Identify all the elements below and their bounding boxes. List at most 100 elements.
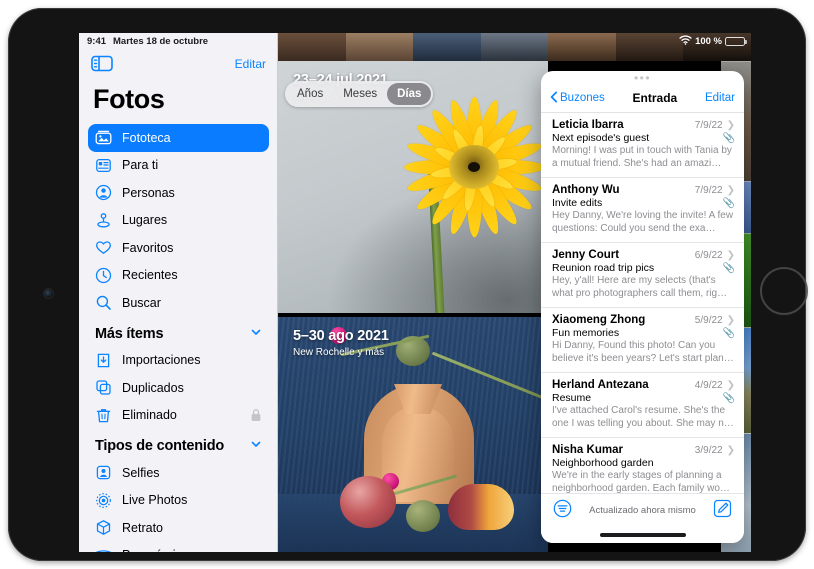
battery-icon	[725, 37, 745, 47]
sidebar-item-label: Recientes	[122, 268, 262, 282]
sidebar-edit-button[interactable]: Editar	[235, 57, 266, 71]
mail-subject: Neighborhood garden	[552, 457, 735, 469]
segment-anos[interactable]: Años	[287, 83, 333, 105]
mail-subject: Reunion road trip pics	[552, 262, 723, 274]
segment-dias[interactable]: Días	[387, 83, 431, 105]
sidebar-toggle-icon[interactable]	[91, 55, 113, 72]
chevron-down-icon[interactable]	[250, 326, 262, 342]
screen: 23–24 jul 2021 Topanga y más	[79, 33, 751, 552]
mail-sender: Nisha Kumar	[552, 444, 695, 456]
sidebar-item-fototeca[interactable]: Fototeca	[88, 124, 269, 152]
mail-sender: Xiaomeng Zhong	[552, 314, 695, 326]
flower-head	[414, 107, 534, 227]
attachment-icon: 📎	[723, 328, 735, 339]
mail-subject: Next episode's guest	[552, 132, 723, 144]
chevron-down-icon[interactable]	[250, 438, 262, 454]
trash-icon	[95, 407, 112, 424]
sidebar-primary-list: Fototeca Para ti	[79, 124, 278, 317]
mail-list-item[interactable]: Anthony Wu 7/9/22 ❯ Invite edits 📎 Hey D…	[541, 178, 744, 243]
mail-list-item[interactable]: Nisha Kumar 3/9/22 ❯ Neighborhood garden…	[541, 438, 744, 493]
mail-preview: We're in the early stages of planning a …	[552, 470, 735, 493]
sidebar-item-selfies[interactable]: Selfies	[88, 459, 269, 487]
filter-icon[interactable]	[553, 499, 572, 523]
sidebar-item-duplicados[interactable]: Duplicados	[88, 374, 269, 402]
chevron-right-icon[interactable]: ❯	[727, 250, 735, 261]
sidebar-mas-items-list: Importaciones Duplicados	[79, 347, 278, 430]
chevron-right-icon[interactable]: ❯	[727, 315, 735, 326]
chevron-right-icon[interactable]: ❯	[727, 185, 735, 196]
mail-sender: Leticia Ibarra	[552, 119, 695, 131]
mail-slide-over-panel[interactable]: ••• Buzones Entrada Editar Leticia Ibarr…	[541, 71, 744, 543]
timeline-segmented-control[interactable]: Años Meses Días Todas las fotos	[285, 81, 433, 107]
sidebar-item-panoramicas[interactable]: Panorámicas	[88, 542, 269, 553]
pomegranate	[340, 476, 396, 528]
mail-update-status: Actualizado ahora mismo	[589, 505, 696, 516]
sidebar-item-label: Favoritos	[122, 241, 262, 255]
sidebar-item-label: Retrato	[122, 521, 262, 535]
chevron-right-icon[interactable]: ❯	[727, 120, 735, 131]
mail-list-item[interactable]: Leticia Ibarra 7/9/22 ❯ Next episode's g…	[541, 113, 744, 178]
sidebar-item-para-ti[interactable]: Para ti	[88, 152, 269, 180]
sidebar-item-live-photos[interactable]: Live Photos	[88, 487, 269, 515]
portrait-cube-icon	[95, 519, 112, 536]
flower-center-dot	[468, 162, 480, 172]
sidebar-item-label: Lugares	[122, 213, 262, 227]
chevron-right-icon[interactable]: ❯	[727, 445, 735, 456]
home-indicator[interactable]	[541, 527, 744, 543]
mail-date: 3/9/22	[695, 445, 723, 456]
mail-subject: Resume	[552, 392, 723, 404]
status-bar: 9:41 Martes 18 de octubre 100 %	[79, 33, 751, 50]
sidebar-item-favoritos[interactable]: Favoritos	[88, 234, 269, 262]
sidebar-item-personas[interactable]: Personas	[88, 179, 269, 207]
mail-list-item[interactable]: Xiaomeng Zhong 5/9/22 ❯ Fun memories 📎 H…	[541, 308, 744, 373]
sidebar-item-recientes[interactable]: Recientes	[88, 262, 269, 290]
sidebar-section-mas-items[interactable]: Más ítems	[79, 317, 278, 347]
mail-date: 7/9/22	[695, 120, 723, 131]
flower-stem	[432, 351, 544, 398]
compose-icon[interactable]	[713, 499, 732, 523]
mail-date: 7/9/22	[695, 185, 723, 196]
sidebar-item-eliminado[interactable]: Eliminado	[88, 402, 269, 430]
mail-sender: Anthony Wu	[552, 184, 695, 196]
battery-percent-label: 100 %	[695, 36, 722, 47]
mail-header: Buzones Entrada Editar	[541, 84, 744, 113]
mail-list-item[interactable]: Jenny Court 6/9/22 ❯ Reunion road trip p…	[541, 243, 744, 308]
sidebar-tipos-list: Selfies Live Photos	[79, 459, 278, 552]
mail-preview: Morning! I was put in touch with Tania b…	[552, 145, 735, 170]
heart-icon	[95, 239, 112, 256]
mail-sender: Herland Antezana	[552, 379, 695, 391]
sidebar-item-importaciones[interactable]: Importaciones	[88, 347, 269, 375]
mail-subject: Fun memories	[552, 327, 723, 339]
drag-handle-icon[interactable]: •••	[541, 71, 744, 84]
sidebar-section-title: Más ítems	[95, 326, 163, 342]
sidebar-item-label: Panorámicas	[122, 548, 262, 552]
sidebar: Editar Fotos Fototeca	[79, 33, 278, 552]
selfie-icon	[95, 464, 112, 481]
sidebar-item-lugares[interactable]: Lugares	[88, 207, 269, 235]
sidebar-item-retrato[interactable]: Retrato	[88, 514, 269, 542]
lock-icon	[250, 408, 262, 422]
home-button[interactable]	[760, 267, 808, 315]
panorama-icon	[95, 547, 112, 552]
sidebar-item-label: Buscar	[122, 296, 262, 310]
mailboxes-back-button[interactable]: Buzones	[550, 91, 605, 106]
for-you-icon	[95, 157, 112, 174]
mail-date: 5/9/22	[695, 315, 723, 326]
mail-toolbar: Actualizado ahora mismo	[541, 493, 744, 527]
mail-message-list[interactable]: Leticia Ibarra 7/9/22 ❯ Next episode's g…	[541, 113, 744, 493]
photo-card[interactable]: 5–30 ago 2021 New Rochelle y más	[278, 317, 548, 552]
status-bar-right: 100 %	[679, 33, 745, 50]
sidebar-item-label: Para ti	[122, 158, 262, 172]
mail-edit-button[interactable]: Editar	[705, 92, 735, 104]
mail-list-item[interactable]: Herland Antezana 4/9/22 ❯ Resume 📎 I've …	[541, 373, 744, 438]
sidebar-item-label: Fototeca	[122, 131, 262, 145]
cut-pomegranate	[448, 484, 514, 530]
mail-preview: Hey, y'all! Here are my selects (that's …	[552, 275, 735, 300]
sidebar-section-tipos-de-contenido[interactable]: Tipos de contenido	[79, 429, 278, 459]
chevron-right-icon[interactable]: ❯	[727, 380, 735, 391]
sidebar-item-buscar[interactable]: Buscar	[88, 289, 269, 317]
status-date: Martes 18 de octubre	[113, 36, 208, 47]
segment-meses[interactable]: Meses	[333, 83, 387, 105]
page-title: Fotos	[79, 77, 278, 124]
places-pin-icon	[95, 212, 112, 229]
